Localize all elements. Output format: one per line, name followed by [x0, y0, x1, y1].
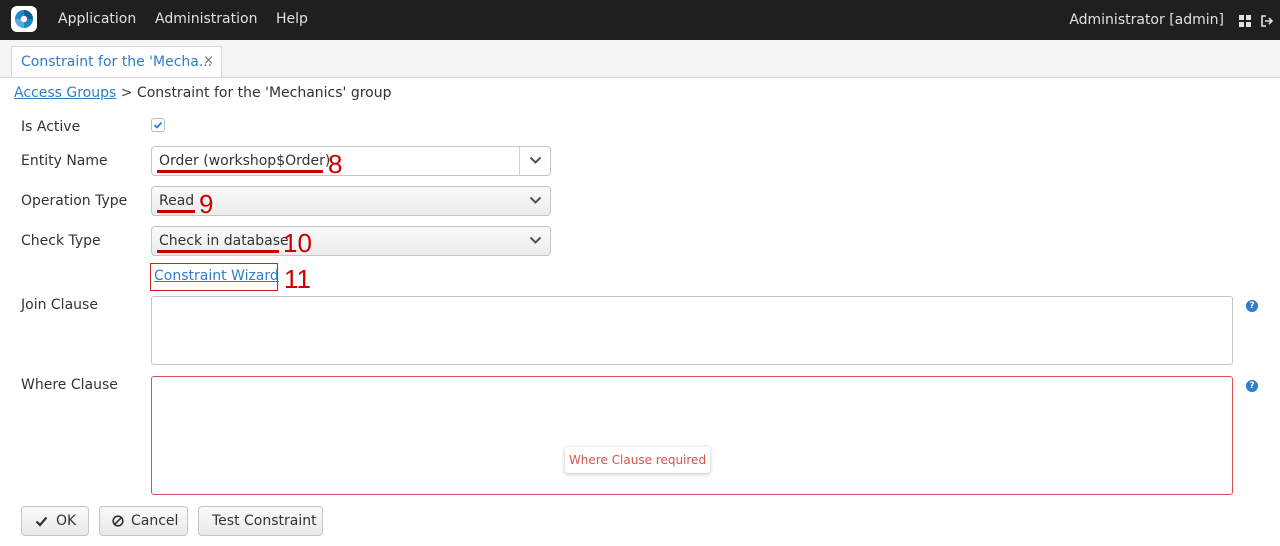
join-clause-textarea[interactable]	[151, 296, 1233, 365]
annotation-underline	[157, 170, 323, 173]
cancel-button-label: Cancel	[131, 513, 179, 529]
constraint-wizard-link[interactable]: Constraint Wizard	[154, 268, 279, 284]
operation-type-value: Read	[159, 193, 195, 209]
logout-icon[interactable]	[1260, 13, 1274, 27]
test-constraint-button-label: Test Constraint	[212, 513, 317, 529]
ok-button[interactable]: OK	[21, 506, 89, 536]
tab-strip: Constraint for the 'Mecha... ×	[0, 40, 1280, 78]
is-active-label: Is Active	[21, 119, 81, 135]
check-type-value: Check in database	[159, 233, 289, 249]
annotation-number: 9	[199, 189, 214, 219]
app-logo-icon[interactable]	[11, 6, 37, 32]
top-menu-bar: Application Administration Help Administ…	[0, 0, 1280, 40]
entity-name-label: Entity Name	[21, 153, 108, 169]
breadcrumb-separator: >	[120, 85, 133, 101]
where-clause-label: Where Clause	[21, 377, 118, 393]
breadcrumb: Access Groups > Constraint for the 'Mech…	[14, 85, 392, 101]
menu-application[interactable]: Application	[58, 0, 136, 40]
where-clause-textarea[interactable]	[151, 376, 1233, 495]
ban-icon	[112, 515, 124, 527]
tab-constraint-editor[interactable]: Constraint for the 'Mecha... ×	[11, 46, 222, 77]
check-icon	[35, 516, 48, 527]
entity-name-value: Order (workshop$Order)	[159, 153, 331, 169]
is-active-checkbox[interactable]	[151, 118, 165, 132]
breadcrumb-link-access-groups[interactable]: Access Groups	[14, 85, 116, 101]
annotation-underline	[157, 250, 279, 253]
test-constraint-button[interactable]: Test Constraint	[198, 506, 323, 536]
close-icon[interactable]: ×	[203, 53, 214, 68]
chevron-down-icon[interactable]	[529, 196, 542, 205]
annotation-underline	[157, 210, 195, 213]
cancel-button[interactable]: Cancel	[99, 506, 188, 536]
menu-help[interactable]: Help	[276, 0, 308, 40]
user-name: Administrator [admin]	[1069, 12, 1224, 28]
annotation-number: 11	[284, 264, 311, 294]
help-icon[interactable]: ?	[1246, 300, 1258, 312]
chevron-down-icon[interactable]	[529, 236, 542, 245]
check-icon	[153, 121, 163, 129]
tab-label: Constraint for the 'Mecha...	[21, 54, 213, 70]
check-type-label: Check Type	[21, 233, 101, 249]
ok-button-label: OK	[56, 513, 77, 529]
help-icon[interactable]: ?	[1246, 380, 1258, 392]
join-clause-label: Join Clause	[21, 297, 98, 313]
grid-icon[interactable]	[1238, 13, 1252, 27]
combo-divider	[519, 147, 520, 175]
annotation-number: 8	[328, 149, 343, 179]
breadcrumb-current: Constraint for the 'Mechanics' group	[136, 85, 392, 101]
operation-type-label: Operation Type	[21, 193, 128, 209]
chevron-down-icon[interactable]	[529, 156, 542, 165]
menu-administration[interactable]: Administration	[155, 0, 257, 40]
annotation-number: 10	[283, 228, 312, 258]
where-clause-error-tooltip: Where Clause required	[565, 447, 710, 473]
